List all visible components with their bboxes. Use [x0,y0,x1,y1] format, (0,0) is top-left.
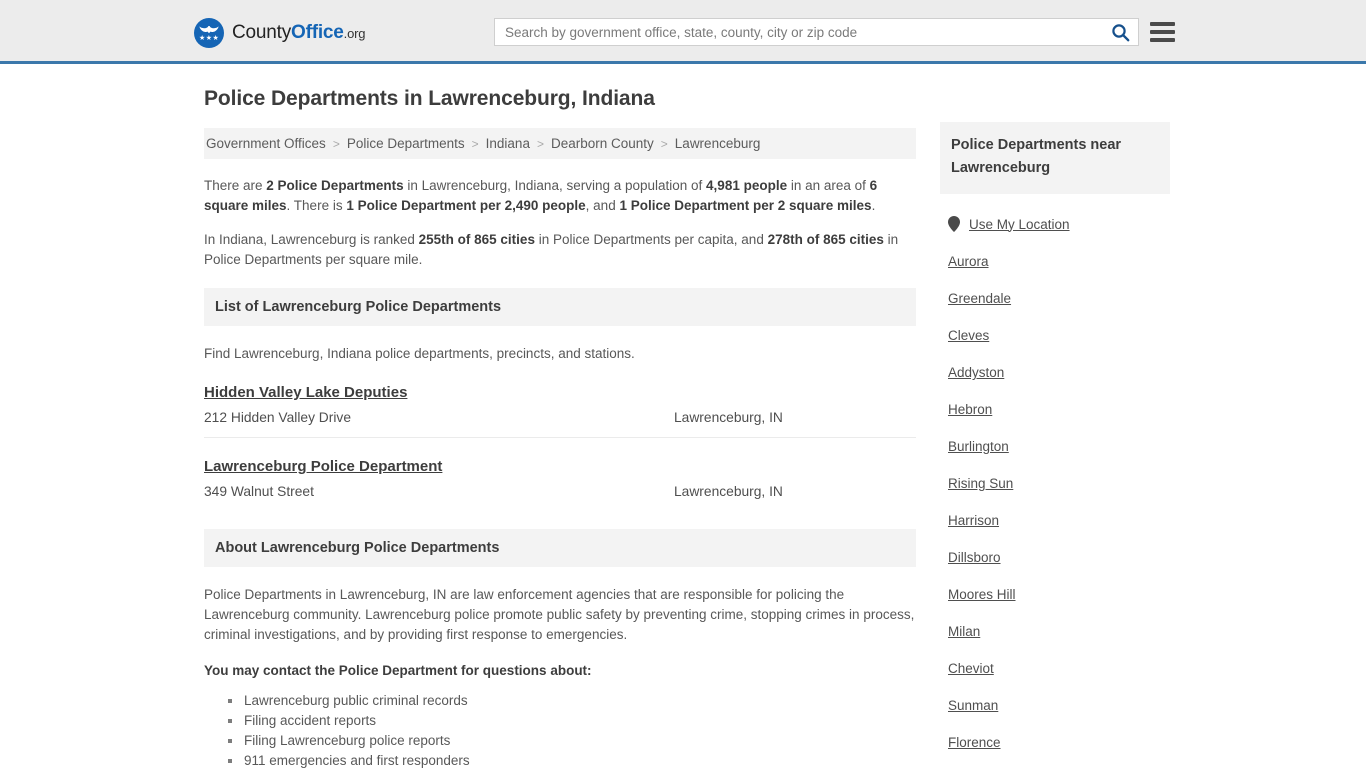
site-logo[interactable]: ★★★ CountyOffice.org [194,18,365,48]
use-my-location-link[interactable]: Use My Location [969,217,1070,232]
nearby-city-link-dillsboro[interactable]: Dillsboro [940,550,1170,565]
breadcrumb-item-indiana[interactable]: Indiana [486,136,530,151]
breadcrumb-item-police-departments[interactable]: Police Departments [347,136,465,151]
intro-stats: There are 2 Police Departments in Lawren… [204,176,916,270]
main-content: Police Departments in Lawrenceburg, Indi… [204,86,916,768]
nearby-city-link-cleves[interactable]: Cleves [940,328,1170,343]
county-office-logo-icon: ★★★ [194,18,224,48]
stat-value: 255th of 865 cities [418,232,535,247]
stat-value: 2 Police Departments [266,178,404,193]
breadcrumb-item-government-offices[interactable]: Government Offices [206,136,326,151]
page-title: Police Departments in Lawrenceburg, Indi… [204,87,655,110]
listing-street-address: 212 Hidden Valley Drive [204,410,351,425]
nearby-city-link-rising-sun[interactable]: Rising Sun [940,476,1170,491]
contact-topic-item: Filing Lawrenceburg police reports [228,731,916,751]
contact-topic-item: 911 emergencies and first responders [228,751,916,768]
stat-text: There are [204,178,267,193]
search-icon [1111,23,1129,41]
sidebar-heading: Police Departments near Lawrenceburg [940,122,1170,194]
listing-city-state: Lawrenceburg, IN [674,410,783,425]
nearby-cities-list: Aurora Greendale Cleves Addyston Hebron Burli… [940,254,1170,768]
eagle-icon [199,26,219,34]
nearby-city-link-cheviot[interactable]: Cheviot [940,661,1170,676]
sidebar: Police Departments near Lawrenceburg Use… [940,122,1170,768]
logo-text-org: .org [343,26,366,41]
stat-text: in Lawrenceburg, Indiana, serving a popu… [403,178,707,193]
listing-address-row: 349 Walnut Street Lawrenceburg, IN [204,484,916,499]
contact-topic-item: Filing accident reports [228,711,916,731]
list-section-heading: List of Lawrenceburg Police Departments [204,288,916,326]
site-logo-text: CountyOffice.org [232,22,365,44]
nearby-city-link-moores-hill[interactable]: Moores Hill [940,587,1170,602]
stars-icon: ★★★ [199,35,220,42]
breadcrumb: Government Offices > Police Departments > In… [204,128,916,159]
police-department-list: Hidden Valley Lake Deputies 212 Hidden Va… [204,364,916,511]
stat-text: , and [585,198,620,213]
breadcrumb-separator: > [332,136,340,151]
nearby-city-link-florence[interactable]: Florence [940,735,1170,750]
breadcrumb-item-dearborn-county[interactable]: Dearborn County [551,136,654,151]
breadcrumb-separator: > [660,136,668,151]
site-header: ★★★ CountyOffice.org [0,0,1366,64]
nearby-city-link-harrison[interactable]: Harrison [940,513,1170,528]
hamburger-menu-icon[interactable] [1150,20,1175,44]
stat-value: 278th of 865 cities [767,232,884,247]
search-input[interactable] [495,19,1102,45]
nearby-city-link-sunman[interactable]: Sunman [940,698,1170,713]
contact-lead: You may contact the Police Department fo… [204,663,592,678]
map-pin-icon [948,216,960,232]
intro-paragraph-1: There are 2 Police Departments in Lawren… [204,176,916,216]
about-section-body: Police Departments in Lawrenceburg, IN a… [204,585,916,768]
about-section-heading: About Lawrenceburg Police Departments [204,529,916,567]
stat-text: in an area of [787,178,870,193]
police-department-name-link[interactable]: Lawrenceburg Police Department [204,458,442,475]
listing-street-address: 349 Walnut Street [204,484,314,499]
stat-value: 1 Police Department per 2,490 people [346,198,586,213]
search-bar [494,18,1139,46]
nearby-city-link-burlington[interactable]: Burlington [940,439,1170,454]
listing-city-state: Lawrenceburg, IN [674,484,783,499]
breadcrumb-separator: > [536,136,544,151]
use-my-location-row[interactable]: Use My Location [948,216,1170,232]
stat-value: 4,981 people [706,178,788,193]
breadcrumb-separator: > [471,136,479,151]
stat-text: . There is [286,198,347,213]
breadcrumb-item-lawrenceburg[interactable]: Lawrenceburg [675,136,761,151]
contact-topic-item: Lawrenceburg public criminal records [228,691,916,711]
search-button[interactable] [1102,19,1138,45]
intro-paragraph-2: In Indiana, Lawrenceburg is ranked 255th… [204,230,916,270]
police-department-listing: Hidden Valley Lake Deputies 212 Hidden Va… [204,364,916,437]
nearby-city-link-milan[interactable]: Milan [940,624,1170,639]
hamburger-bar [1150,30,1175,34]
about-description: Police Departments in Lawrenceburg, IN a… [204,587,915,642]
logo-text-office: Office [291,22,344,43]
hamburger-bar [1150,22,1175,26]
stat-text: . [871,198,876,213]
police-department-name-link[interactable]: Hidden Valley Lake Deputies [204,384,407,401]
police-department-listing: Lawrenceburg Police Department 349 Walnut… [204,437,916,511]
stat-text: in Police Departments per capita, and [534,232,768,247]
nearby-city-link-greendale[interactable]: Greendale [940,291,1170,306]
nearby-city-link-aurora[interactable]: Aurora [940,254,1170,269]
list-section-subtitle: Find Lawrenceburg, Indiana police depart… [204,346,635,361]
listing-address-row: 212 Hidden Valley Drive Lawrenceburg, IN [204,410,916,425]
contact-topic-list: Lawrenceburg public criminal records Fili… [204,691,916,768]
stat-text: In Indiana, Lawrenceburg is ranked [204,232,419,247]
nearby-city-link-addyston[interactable]: Addyston [940,365,1170,380]
hamburger-bar [1150,38,1175,42]
logo-text-county: County [232,22,292,43]
nearby-city-link-hebron[interactable]: Hebron [940,402,1170,417]
stat-value: 1 Police Department per 2 square miles [619,198,872,213]
